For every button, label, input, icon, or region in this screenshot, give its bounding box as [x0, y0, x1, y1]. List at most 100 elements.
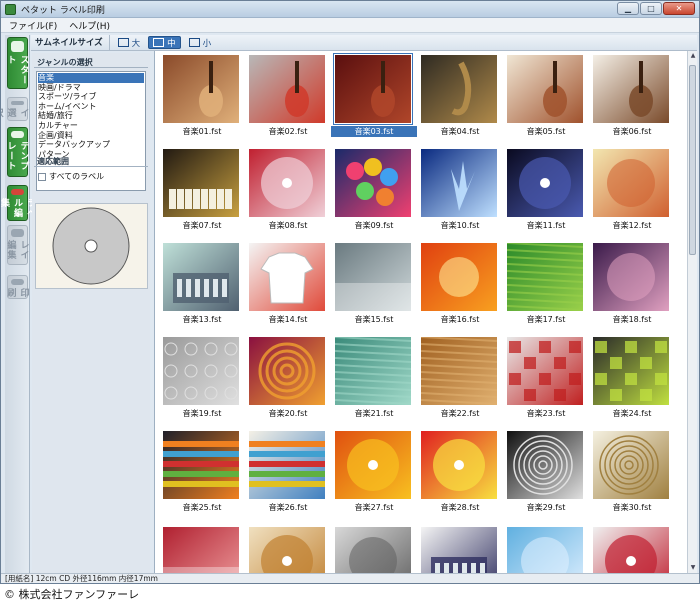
label-preview-image — [335, 243, 411, 311]
template-thumbnail[interactable]: 音楽16.fst — [417, 243, 503, 325]
template-thumbnail[interactable]: 音楽29.fst — [503, 431, 589, 513]
nav-tab-1[interactable]: スタート — [5, 37, 29, 89]
size-small-button[interactable]: 小 — [184, 36, 217, 49]
template-thumbnail[interactable] — [503, 527, 589, 573]
scroll-down-icon[interactable]: ▼ — [689, 564, 697, 572]
label-preview-image — [593, 431, 669, 499]
label-preview-image — [249, 55, 325, 123]
template-thumbnail[interactable]: 音楽09.fst — [331, 149, 417, 231]
template-filename: 音楽24.fst — [612, 409, 652, 418]
template-thumbnail[interactable]: 音楽30.fst — [589, 431, 675, 513]
template-filename: 音楽04.fst — [440, 127, 480, 136]
template-grid: 音楽01.fst 音楽02.fst 音楽03.fst 音楽04.fst 音楽05.fst… — [154, 51, 687, 573]
template-thumbnail[interactable]: 音楽11.fst — [503, 149, 589, 231]
template-thumbnail[interactable] — [331, 527, 417, 573]
template-thumbnail[interactable]: 音楽02.fst — [245, 55, 331, 137]
label-preview-image — [249, 337, 325, 405]
template-thumbnail[interactable]: 音楽24.fst — [589, 337, 675, 419]
template-thumbnail[interactable]: 音楽25.fst — [159, 431, 245, 513]
nav-tab-2[interactable]: レイ選択 — [1, 97, 42, 121]
template-thumbnail[interactable]: 音楽14.fst — [245, 243, 331, 325]
nav-tab-6[interactable]: 印刷 — [5, 275, 29, 299]
template-thumbnail[interactable] — [417, 527, 503, 573]
template-filename: 音楽28.fst — [440, 503, 480, 512]
scroll-up-icon[interactable]: ▲ — [689, 52, 697, 60]
label-preview-image — [249, 149, 325, 217]
template-thumbnail[interactable]: 音楽06.fst — [589, 55, 675, 137]
genre-item[interactable]: 企画/資料 — [38, 131, 144, 141]
template-thumbnail[interactable]: 音楽19.fst — [159, 337, 245, 419]
template-thumbnail[interactable]: 音楽18.fst — [589, 243, 675, 325]
minimize-icon[interactable]: ▁ — [617, 2, 639, 15]
nav-tab-label: レイ編集 — [5, 239, 29, 260]
print-icon — [11, 279, 24, 285]
template-thumbnail[interactable] — [159, 527, 245, 573]
all-labels-option[interactable]: すべてのラベル — [38, 171, 104, 182]
menu-file[interactable]: ファイル(F) — [9, 19, 57, 32]
template-thumbnail[interactable]: 音楽13.fst — [159, 243, 245, 325]
template-thumbnail[interactable]: 音楽10.fst — [417, 149, 503, 231]
template-thumbnail[interactable]: 音楽05.fst — [503, 55, 589, 137]
template-thumbnail[interactable]: 音楽20.fst — [245, 337, 331, 419]
size-medium-button[interactable]: 中 — [148, 36, 181, 49]
template-thumbnail[interactable]: 音楽01.fst — [159, 55, 245, 137]
label-preview-image — [163, 527, 239, 573]
label-preview-image — [593, 243, 669, 311]
menu-help[interactable]: ヘルプ(H) — [69, 19, 110, 32]
template-filename: 音楽14.fst — [268, 315, 308, 324]
template-thumbnail[interactable]: 音楽03.fst — [331, 53, 417, 137]
template-thumbnail[interactable]: 音楽21.fst — [331, 337, 417, 419]
label-preview-image — [507, 431, 583, 499]
template-thumbnail[interactable]: 音楽17.fst — [503, 243, 589, 325]
template-filename: 音楽15.fst — [354, 315, 394, 324]
start-icon — [11, 41, 24, 52]
label-preview-image — [593, 149, 669, 217]
template-filename: 音楽05.fst — [526, 127, 566, 136]
all-labels-checkbox[interactable] — [38, 172, 46, 181]
template-filename: 音楽25.fst — [182, 503, 222, 512]
template-thumbnail[interactable]: 音楽12.fst — [589, 149, 675, 231]
scroll-thumb[interactable] — [689, 65, 696, 255]
genre-item[interactable]: ホーム/イベント — [38, 102, 144, 112]
template-thumbnail[interactable] — [245, 527, 331, 573]
nav-tab-label: スタート — [5, 54, 29, 85]
maximize-icon[interactable]: □ — [640, 2, 662, 15]
label-preview-image — [507, 337, 583, 405]
genre-item[interactable]: 映画/ドラマ — [38, 83, 144, 93]
nav-tab-4[interactable]: ラベル編集 — [1, 185, 35, 221]
all-labels-label: すべてのラベル — [49, 172, 105, 181]
nav-tab-label: 印刷 — [5, 288, 29, 298]
template-thumbnail[interactable] — [589, 527, 675, 573]
app-icon — [5, 4, 16, 15]
genre-item[interactable]: カルチャー — [38, 121, 144, 131]
label-preview-image — [163, 243, 239, 311]
vertical-scrollbar[interactable]: ▲ ▼ — [687, 51, 697, 573]
step-navigation: スタートレイ選択テンプレートラベル編集レイ編集印刷 — [1, 35, 42, 575]
template-thumbnail[interactable]: 音楽23.fst — [503, 337, 589, 419]
template-thumbnail[interactable]: 音楽22.fst — [417, 337, 503, 419]
nav-tab-5[interactable]: レイ編集 — [5, 225, 29, 265]
size-large-button[interactable]: 大 — [113, 36, 146, 49]
template-thumbnail[interactable]: 音楽26.fst — [245, 431, 331, 513]
label-preview-image — [421, 55, 497, 123]
template-thumbnail[interactable]: 音楽08.fst — [245, 149, 331, 231]
genre-item[interactable]: 音楽 — [38, 73, 144, 83]
template-thumbnail[interactable]: 音楽07.fst — [159, 149, 245, 231]
close-icon[interactable]: ✕ — [663, 2, 695, 15]
template-thumbnail[interactable]: 音楽28.fst — [417, 431, 503, 513]
template-thumbnail[interactable]: 音楽27.fst — [331, 431, 417, 513]
template-thumbnail[interactable]: 音楽04.fst — [417, 55, 503, 137]
nav-tab-3[interactable]: テンプレート — [6, 127, 29, 177]
label-preview-image — [593, 527, 669, 573]
template-filename: 音楽03.fst — [331, 126, 417, 137]
genre-item[interactable]: データバックアップ — [38, 140, 144, 150]
genre-item[interactable]: スポーツ/ライブ — [38, 92, 144, 102]
template-thumbnail[interactable]: 音楽15.fst — [331, 243, 417, 325]
template-filename: 音楽29.fst — [526, 503, 566, 512]
layout-edit-icon — [11, 229, 24, 237]
genre-item[interactable]: 結婚/旅行 — [38, 111, 144, 121]
template-filename: 音楽18.fst — [612, 315, 652, 324]
label-preview-image — [249, 431, 325, 499]
template-filename: 音楽20.fst — [268, 409, 308, 418]
label-preview-image — [163, 337, 239, 405]
